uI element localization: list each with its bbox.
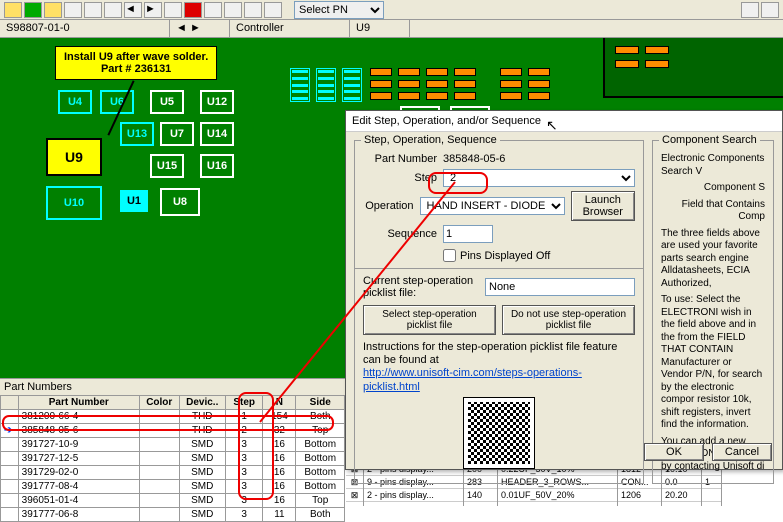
- comp-u8[interactable]: U8: [160, 188, 200, 216]
- doc-id: S98807-01-0: [0, 20, 170, 37]
- table-row[interactable]: 381200-66-4THD1154Both: [1, 410, 345, 424]
- dip-array: [290, 68, 362, 102]
- col-header[interactable]: Part Number: [18, 396, 139, 410]
- toolbar-btn[interactable]: [4, 2, 22, 18]
- edit-step-dialog: Edit Step, Operation, and/or Sequence ↖ …: [345, 110, 783, 470]
- comp-u14[interactable]: U14: [200, 122, 234, 146]
- cap-array: [370, 68, 476, 100]
- dialog-title: Edit Step, Operation, and/or Sequence: [346, 111, 782, 132]
- toolbar-btn[interactable]: [741, 2, 759, 18]
- toolbar-btn[interactable]: [84, 2, 102, 18]
- col-header[interactable]: [1, 396, 19, 410]
- toolbar-btn[interactable]: [184, 2, 202, 18]
- comp-u5[interactable]: U5: [150, 90, 184, 114]
- col-header[interactable]: Step: [225, 396, 262, 410]
- table-row[interactable]: 396051-01-4SMD316Top: [1, 494, 345, 508]
- step-op-seq-fieldset: Step, Operation, Sequence Part Number 38…: [354, 140, 644, 484]
- cancel-button[interactable]: Cancel: [712, 443, 772, 461]
- table-row[interactable]: 391777-06-8SMD311Both: [1, 508, 345, 522]
- instructions-text: Instructions for the step-operation pick…: [363, 341, 635, 394]
- comp-u13[interactable]: U13: [120, 122, 154, 146]
- pins-off-label: Pins Displayed Off: [460, 250, 550, 262]
- part-numbers-table[interactable]: Part NumberColorDevic..StepNSide 381200-…: [0, 395, 345, 522]
- comp-u15[interactable]: U15: [150, 154, 184, 178]
- comp-u4[interactable]: U4: [58, 90, 92, 114]
- comp-u1[interactable]: U1: [120, 190, 148, 212]
- toolbar-btn[interactable]: [264, 2, 282, 18]
- component-search-fieldset: Component Search Electronic Components S…: [652, 140, 774, 484]
- picklist-label: Current step-operation picklist file:: [363, 275, 479, 299]
- cursor-icon: ↖: [546, 117, 558, 134]
- part-numbers-panel: Part Numbers Part NumberColorDevic..Step…: [0, 378, 345, 506]
- toolbar-btn[interactable]: [104, 2, 122, 18]
- pcb-secondary-view: [603, 38, 783, 98]
- col-header[interactable]: Side: [296, 396, 345, 410]
- step-select[interactable]: 2: [443, 169, 635, 187]
- col-header[interactable]: Color: [139, 396, 179, 410]
- grid-title: Part Numbers: [0, 379, 345, 395]
- step-label: Step: [363, 172, 437, 184]
- col-header[interactable]: Devic..: [179, 396, 225, 410]
- ok-button[interactable]: OK: [644, 443, 704, 461]
- toolbar-btn[interactable]: [244, 2, 262, 18]
- table-row[interactable]: 391777-08-4SMD316Bottom: [1, 480, 345, 494]
- sel-ref: U9: [350, 20, 410, 37]
- comp-u9-highlighted[interactable]: U9: [46, 138, 102, 176]
- toolbar-btn[interactable]: [761, 2, 779, 18]
- toolbar-btn[interactable]: [24, 2, 42, 18]
- toolbar-btn[interactable]: [44, 2, 62, 18]
- sequence-input[interactable]: [443, 225, 493, 243]
- select-pn-dropdown[interactable]: Select PN: [294, 1, 384, 19]
- instructions-link[interactable]: http://www.unisoft-cim.com/steps-operati…: [363, 367, 582, 392]
- launch-browser-button[interactable]: Launch Browser: [571, 191, 635, 221]
- sequence-label: Sequence: [363, 228, 437, 240]
- col-header[interactable]: N: [263, 396, 296, 410]
- toolbar-btn[interactable]: [204, 2, 222, 18]
- nav-right-icon[interactable]: ►: [144, 2, 162, 18]
- comp-u10[interactable]: U10: [46, 186, 102, 220]
- comp-u7[interactable]: U7: [160, 122, 194, 146]
- assembly-note: Install U9 after wave solder. Part # 236…: [55, 46, 217, 80]
- operation-label: Operation: [363, 200, 414, 212]
- table-row[interactable]: 391729-02-0SMD316Bottom: [1, 466, 345, 480]
- nav-icons[interactable]: ◄ ►: [170, 20, 230, 37]
- operation-select[interactable]: HAND INSERT - DIODE: [420, 197, 565, 215]
- nav-left-icon[interactable]: ◄: [124, 2, 142, 18]
- main-toolbar: ◄ ► Select PN: [0, 0, 783, 20]
- no-picklist-button[interactable]: Do not use step-operation picklist file: [502, 305, 635, 335]
- part-number-value: 385848-05-6: [443, 153, 635, 165]
- toolbar-btn[interactable]: [164, 2, 182, 18]
- table-row[interactable]: 391727-12-5SMD316Bottom: [1, 452, 345, 466]
- cap-array: [500, 68, 550, 100]
- part-number-label: Part Number: [363, 153, 437, 165]
- comp-u12[interactable]: U12: [200, 90, 234, 114]
- table-row[interactable]: ➔385848-05-6THD232Top: [1, 424, 345, 438]
- comp-u16[interactable]: U16: [200, 154, 234, 178]
- comp-u6[interactable]: U6: [100, 90, 134, 114]
- select-picklist-button[interactable]: Select step-operation picklist file: [363, 305, 496, 335]
- toolbar-btn[interactable]: [224, 2, 242, 18]
- pins-off-checkbox[interactable]: [443, 249, 456, 262]
- toolbar-btn[interactable]: [64, 2, 82, 18]
- qr-code: [464, 398, 534, 468]
- picklist-file-input[interactable]: [485, 278, 635, 296]
- table-row[interactable]: 391727-10-9SMD316Bottom: [1, 438, 345, 452]
- sub-header: S98807-01-0 ◄ ► Controller U9: [0, 20, 783, 38]
- board-name: Controller: [230, 20, 350, 37]
